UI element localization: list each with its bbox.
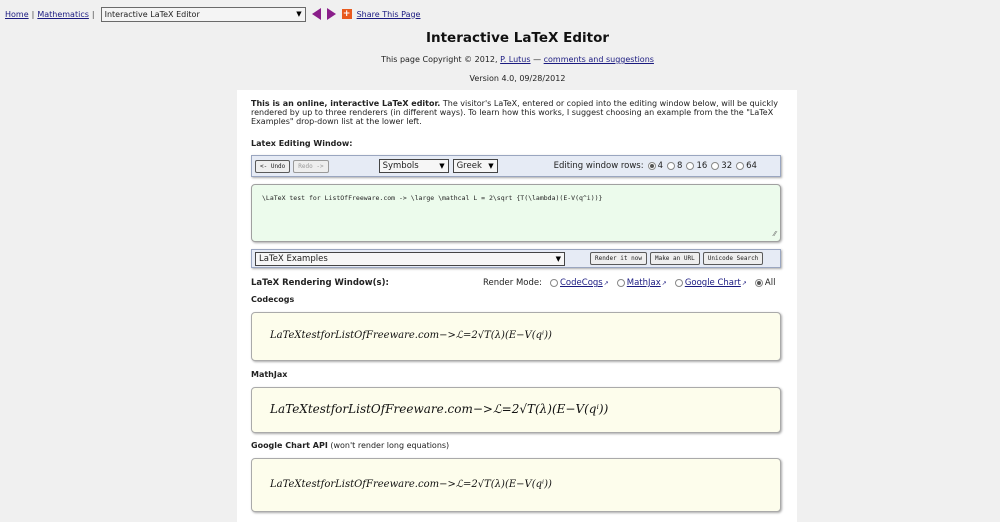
symbols-select[interactable]: Symbols ▼	[378, 159, 449, 173]
render-now-button[interactable]: Render it now	[590, 252, 647, 265]
mode-radio-google[interactable]	[674, 279, 683, 287]
chevron-down-icon: ▼	[488, 162, 494, 170]
prev-page-icon[interactable]	[311, 8, 321, 20]
mathjax-output: LaTeXtestforListOfFreeware.com−>ℒ=2√T(λ)…	[251, 387, 781, 433]
intro-text: This is an online, interactive LaTeX edi…	[251, 99, 778, 126]
latex-examples-select[interactable]: LaTeX Examples ▼	[255, 251, 565, 266]
rows-radio-4[interactable]	[647, 162, 656, 170]
unicode-search-button[interactable]: Unicode Search	[702, 252, 764, 265]
codecogs-output: LaTeXtestforListOfFreeware.com−>ℒ=2√T(λ)…	[251, 312, 781, 361]
rows-radio-16[interactable]	[686, 162, 695, 170]
codecogs-label: Codecogs	[251, 295, 295, 304]
page-title: Interactive LaTeX Editor	[425, 30, 610, 46]
mathematics-link[interactable]: Mathematics	[37, 10, 89, 19]
chevron-down-icon: ▼	[439, 162, 445, 170]
share-plus-icon[interactable]: +	[341, 9, 352, 19]
mode-radio-codecogs[interactable]	[550, 279, 558, 287]
make-url-button[interactable]: Make an URL	[649, 252, 700, 265]
chevron-down-icon: ▼	[555, 254, 561, 263]
mode-radio-mathjax[interactable]	[616, 279, 625, 287]
render-mode: Render Mode: CodeCogs ↗ MathJax ↗ Google C…	[483, 278, 776, 288]
mode-radio-all[interactable]	[754, 279, 763, 287]
codecogs-equation: LaTeXtestforListOfFreeware.com−>ℒ=2√T(λ)…	[270, 330, 552, 341]
comments-link[interactable]: comments and suggestions	[544, 55, 654, 64]
home-link[interactable]: Home	[5, 10, 29, 19]
next-page-icon[interactable]	[326, 8, 336, 20]
mathjax-equation: LaTeXtestforListOfFreeware.com−>ℒ=2√T(λ)…	[270, 402, 609, 416]
google-chart-link[interactable]: Google Chart	[685, 278, 741, 288]
undo-button[interactable]: <- Undo	[255, 159, 291, 173]
chevron-down-icon: ▼	[296, 10, 302, 18]
google-chart-equation: LaTeXtestforListOfFreeware.com−>ℒ=2√T(λ)…	[270, 479, 552, 490]
external-link-icon: ↗	[603, 279, 609, 287]
editor-content[interactable]: \LaTeX test for ListOfFreeware.com -> \l…	[262, 194, 602, 202]
top-nav: Home | Mathematics | Interactive LaTeX E…	[5, 6, 421, 22]
mathjax-label: MathJax	[251, 370, 288, 379]
page-select[interactable]: Interactive LaTeX Editor ▼	[100, 6, 306, 22]
external-link-icon: ↗	[741, 279, 747, 287]
external-link-icon: ↗	[661, 279, 667, 287]
greek-select[interactable]: Greek ▼	[452, 159, 498, 173]
author-link[interactable]: P. Lutus	[500, 55, 530, 64]
codecogs-link[interactable]: CodeCogs	[560, 278, 603, 288]
version-line: Version 4.0, 09/28/2012	[469, 74, 566, 83]
google-chart-output: LaTeXtestforListOfFreeware.com−>ℒ=2√T(λ)…	[251, 458, 781, 512]
copyright-line: This page Copyright © 2012, P. Lutus — c…	[381, 55, 654, 64]
redo-button[interactable]: Redo ->	[293, 159, 329, 173]
google-chart-label: Google Chart API (won't render long equa…	[251, 441, 450, 450]
latex-editor[interactable]: \LaTeX test for ListOfFreeware.com -> \l…	[251, 184, 781, 242]
rows-radio-32[interactable]	[711, 162, 720, 170]
editor-toolbar: <- Undo Redo -> Symbols ▼ Greek ▼ Editing …	[251, 155, 781, 177]
resize-handle-icon[interactable]: ⁄⁄	[774, 230, 776, 238]
share-link[interactable]: Share This Page	[357, 10, 421, 19]
rows-radio-8[interactable]	[667, 162, 676, 170]
editing-window-label: Latex Editing Window:	[251, 139, 353, 148]
rows-radio-64[interactable]	[736, 162, 745, 170]
main-panel: This is an online, interactive LaTeX edi…	[237, 90, 797, 522]
rendering-window-label: LaTeX Rendering Window(s):	[251, 278, 389, 288]
examples-bar: LaTeX Examples ▼ Render it now Make an UR…	[251, 249, 781, 268]
rows-label: Editing window rows:	[553, 161, 644, 171]
mathjax-link[interactable]: MathJax	[627, 278, 661, 288]
